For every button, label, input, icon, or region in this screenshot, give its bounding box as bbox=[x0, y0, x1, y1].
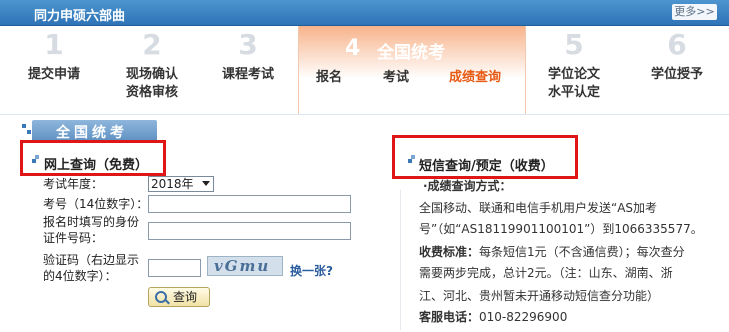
sms-service-phone: 客服电话：010-82296900 bbox=[419, 310, 568, 324]
subitem-register[interactable]: 报名 bbox=[316, 66, 342, 85]
bullet-icon bbox=[27, 130, 31, 134]
captcha-input[interactable] bbox=[148, 259, 201, 277]
highlight-box-sms bbox=[392, 135, 578, 179]
change-captcha-link[interactable]: 换一张? bbox=[290, 262, 333, 279]
search-icon bbox=[155, 291, 167, 303]
step-number: 5 bbox=[564, 28, 584, 61]
sms-fee-line2: 需要两步完成，总计2元。（注：山东、湖南、浙 bbox=[419, 266, 673, 280]
divider bbox=[0, 114, 729, 115]
year-label: 考试年度： bbox=[43, 177, 104, 191]
section-header: 全国统考 bbox=[32, 120, 157, 142]
sms-fee-line1: 收费标准：每条短信1元（不含通信费）；每次查分 bbox=[419, 245, 685, 259]
query-button[interactable]: 查询 bbox=[148, 287, 210, 307]
more-link[interactable]: 更多>> bbox=[672, 4, 717, 20]
highlight-box-online bbox=[20, 140, 166, 176]
sms-instructions-line2: 号”（如“AS18119901100101”）到1066335577。 bbox=[419, 222, 703, 236]
step-number: 3 bbox=[238, 28, 258, 61]
sms-instructions-line1: 全国移动、联通和电信手机用户发送“AS加考 bbox=[419, 201, 658, 215]
step-2[interactable]: 2 现场确认 资格审核 bbox=[112, 26, 192, 114]
step-label: 提交申请 bbox=[27, 67, 80, 82]
captcha-label: 验证码（右边显示 的4位数字）： bbox=[43, 253, 140, 283]
step-number: 1 bbox=[44, 28, 64, 61]
step-label: 学位论文 水平认定 bbox=[547, 67, 600, 100]
exam-number-input[interactable] bbox=[148, 195, 351, 213]
bullet-icon bbox=[22, 124, 26, 128]
step-number: 2 bbox=[142, 28, 162, 61]
id-number-label: 报名时填写的身份 证件号码： bbox=[43, 215, 140, 245]
subitem-score-query[interactable]: 成绩查询 bbox=[449, 66, 501, 85]
id-number-input[interactable] bbox=[148, 222, 351, 240]
step-6[interactable]: 6 学位授予 bbox=[632, 26, 722, 114]
step-label: 课程考试 bbox=[221, 67, 274, 82]
year-select[interactable]: 2018年 bbox=[148, 176, 214, 192]
sms-fee-line3: 江、河北、贵州暂未开通移动短信查分功能） bbox=[419, 289, 660, 303]
captcha-image: vGmu bbox=[207, 256, 283, 276]
chevron-down-icon bbox=[202, 181, 210, 186]
step-label: 学位授予 bbox=[650, 67, 703, 82]
section-title: 全国统考 bbox=[56, 125, 128, 141]
title-bar: 同力申硕六部曲 更多>> bbox=[0, 0, 729, 26]
exam-number-label: 考号（14位数字）： bbox=[43, 197, 149, 211]
step-5[interactable]: 5 学位论文 水平认定 bbox=[532, 26, 616, 114]
step-4-active: 4 全国统考 报名 考试 成绩查询 bbox=[298, 26, 526, 114]
panel-title: 同力申硕六部曲 bbox=[34, 9, 126, 24]
subitem-exam[interactable]: 考试 bbox=[383, 66, 409, 85]
sms-method-label: ·成绩查询方式： bbox=[423, 179, 512, 193]
step-3[interactable]: 3 课程考试 bbox=[208, 26, 288, 114]
step-1[interactable]: 1 提交申请 bbox=[18, 26, 90, 114]
column-separator bbox=[400, 190, 401, 330]
step-name: 全国统考 bbox=[377, 43, 445, 63]
step-label: 现场确认 资格审核 bbox=[125, 67, 178, 100]
step-number: 4 bbox=[345, 36, 361, 61]
step-number: 6 bbox=[667, 28, 687, 61]
